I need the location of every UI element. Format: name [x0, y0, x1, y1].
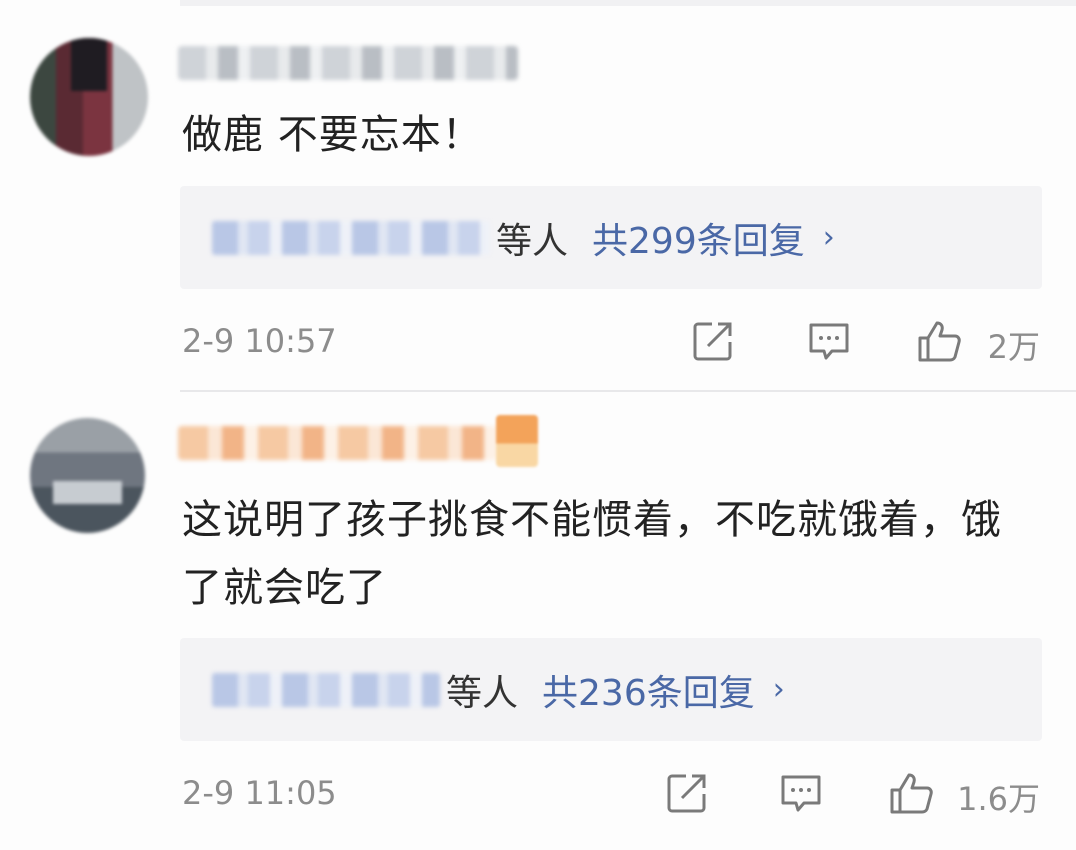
share-icon[interactable]: [664, 770, 710, 816]
reply-etc-label: 等人: [446, 672, 519, 714]
like-icon[interactable]: [888, 770, 934, 816]
reply-count-link[interactable]: 共236条回复: [542, 664, 755, 716]
comment-item: 这说明了孩子挑食不能惯着，不吃就饿着，饿了就会吃了 等人 共236条回复 › 2…: [0, 0, 1076, 850]
comment-footer: 2-9 11:05 1.6万: [180, 770, 1040, 820]
like-count: 1.6万: [957, 780, 1040, 818]
comment-icon[interactable]: [778, 770, 824, 816]
comment-text: 这说明了孩子挑食不能惯着，不吃就饿着，饿了就会吃了: [182, 497, 1002, 611]
timestamp: 2-9 11:05: [182, 774, 337, 812]
reply-summary[interactable]: 等人 共236条回复 ›: [180, 638, 1042, 741]
vip-badge: [496, 415, 538, 467]
avatar[interactable]: [30, 418, 145, 533]
chevron-right-icon: ›: [772, 672, 785, 707]
comments-page: 做鹿 不要忘本！ 等人 共299条回复 › 2-9 10:57 2万 这说明了孩…: [0, 0, 1076, 850]
username-blurred[interactable]: [178, 426, 498, 460]
replier-names-blurred: [212, 672, 440, 707]
